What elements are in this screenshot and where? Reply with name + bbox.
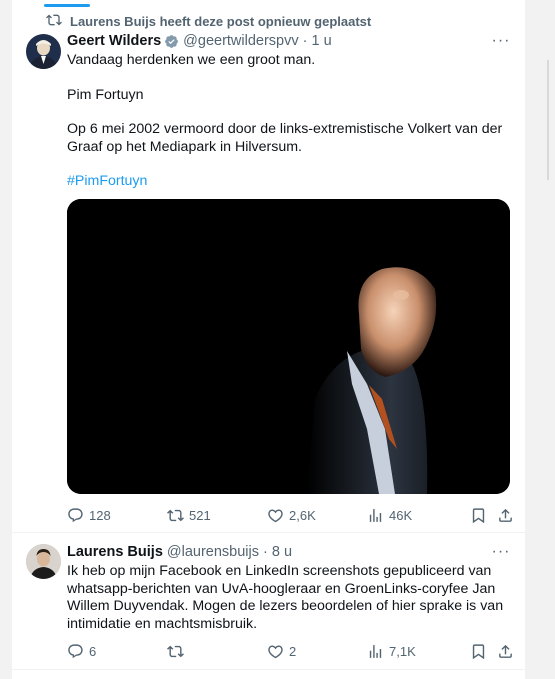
more-icon[interactable]: ··· [491, 543, 511, 560]
views-icon [369, 644, 382, 658]
views-icon [369, 508, 382, 522]
hashtag-link[interactable]: #PimFortuyn [67, 173, 517, 191]
avatar[interactable] [26, 544, 61, 579]
tweet-laurens-buijs[interactable]: Laurens Buijs @laurensbuijs · 8 u ··· Ik… [12, 535, 525, 670]
reply-button[interactable]: 128 [67, 505, 111, 525]
repost-button[interactable]: 521 [167, 505, 211, 525]
repost-button[interactable] [167, 641, 189, 661]
tweet-actions: 128 521 2,6K 46K [67, 505, 517, 525]
like-button[interactable]: 2 [267, 641, 296, 661]
view-count: 7,1K [389, 643, 416, 659]
verified-badge-icon [164, 34, 179, 49]
like-icon [268, 508, 283, 522]
photo-image [67, 199, 510, 494]
reply-button[interactable]: 6 [67, 641, 96, 661]
tweet-text: Ik heb op mijn Facebook en LinkedIn scre… [67, 563, 504, 632]
tweet-text: Vandaag herdenken we een groot man. Pim … [67, 52, 517, 191]
author-name[interactable]: Laurens Buijs [67, 544, 163, 560]
like-button[interactable]: 2,6K [267, 505, 316, 525]
like-count: 2,6K [289, 507, 316, 523]
author-name[interactable]: Geert Wilders [67, 33, 161, 49]
timestamp[interactable]: · 8 u [263, 544, 292, 560]
tweet-geert-wilders[interactable]: Geert Wilders @geertwilderspvv · 1 u ···… [12, 0, 525, 535]
tweet-line: Op 6 mei 2002 vermoord door de links-ext… [67, 121, 503, 155]
share-icon [499, 508, 512, 522]
tweet-line: Pim Fortuyn [67, 86, 144, 103]
bookmark-button[interactable] [470, 505, 492, 525]
repost-count: 521 [189, 507, 211, 523]
scrollbar[interactable] [547, 60, 549, 180]
tweet-actions: 6 2 7,1K [67, 641, 517, 661]
tweet-photo[interactable] [67, 199, 510, 494]
author-handle[interactable]: @laurensbuijs [167, 544, 259, 560]
repost-icon [167, 645, 184, 657]
divider [12, 669, 525, 670]
views-button[interactable]: 7,1K [367, 641, 416, 661]
bookmark-icon [472, 507, 485, 523]
reply-icon [68, 507, 83, 522]
reply-count: 6 [89, 643, 97, 659]
reply-count: 128 [89, 507, 111, 523]
repost-icon [167, 509, 184, 521]
reply-icon [68, 643, 83, 658]
timestamp[interactable]: · 1 u [303, 33, 332, 49]
bookmark-icon [472, 643, 485, 659]
views-button[interactable]: 46K [367, 505, 412, 525]
like-icon [268, 644, 283, 658]
view-count: 46K [389, 507, 413, 523]
divider [12, 532, 525, 533]
like-count: 2 [289, 643, 297, 659]
avatar[interactable] [26, 34, 61, 69]
share-button[interactable] [497, 505, 519, 525]
tweet-header: Geert Wilders @geertwilderspvv · 1 u [67, 31, 332, 51]
author-handle[interactable]: @geertwilderspvv [183, 33, 298, 49]
more-icon[interactable]: ··· [491, 32, 511, 49]
tweet-line: Vandaag herdenken we een groot man. [67, 52, 316, 68]
bookmark-button[interactable] [470, 641, 492, 661]
share-button[interactable] [497, 641, 519, 661]
tweet-header: Laurens Buijs @laurensbuijs · 8 u [67, 542, 292, 562]
share-icon [499, 644, 512, 658]
